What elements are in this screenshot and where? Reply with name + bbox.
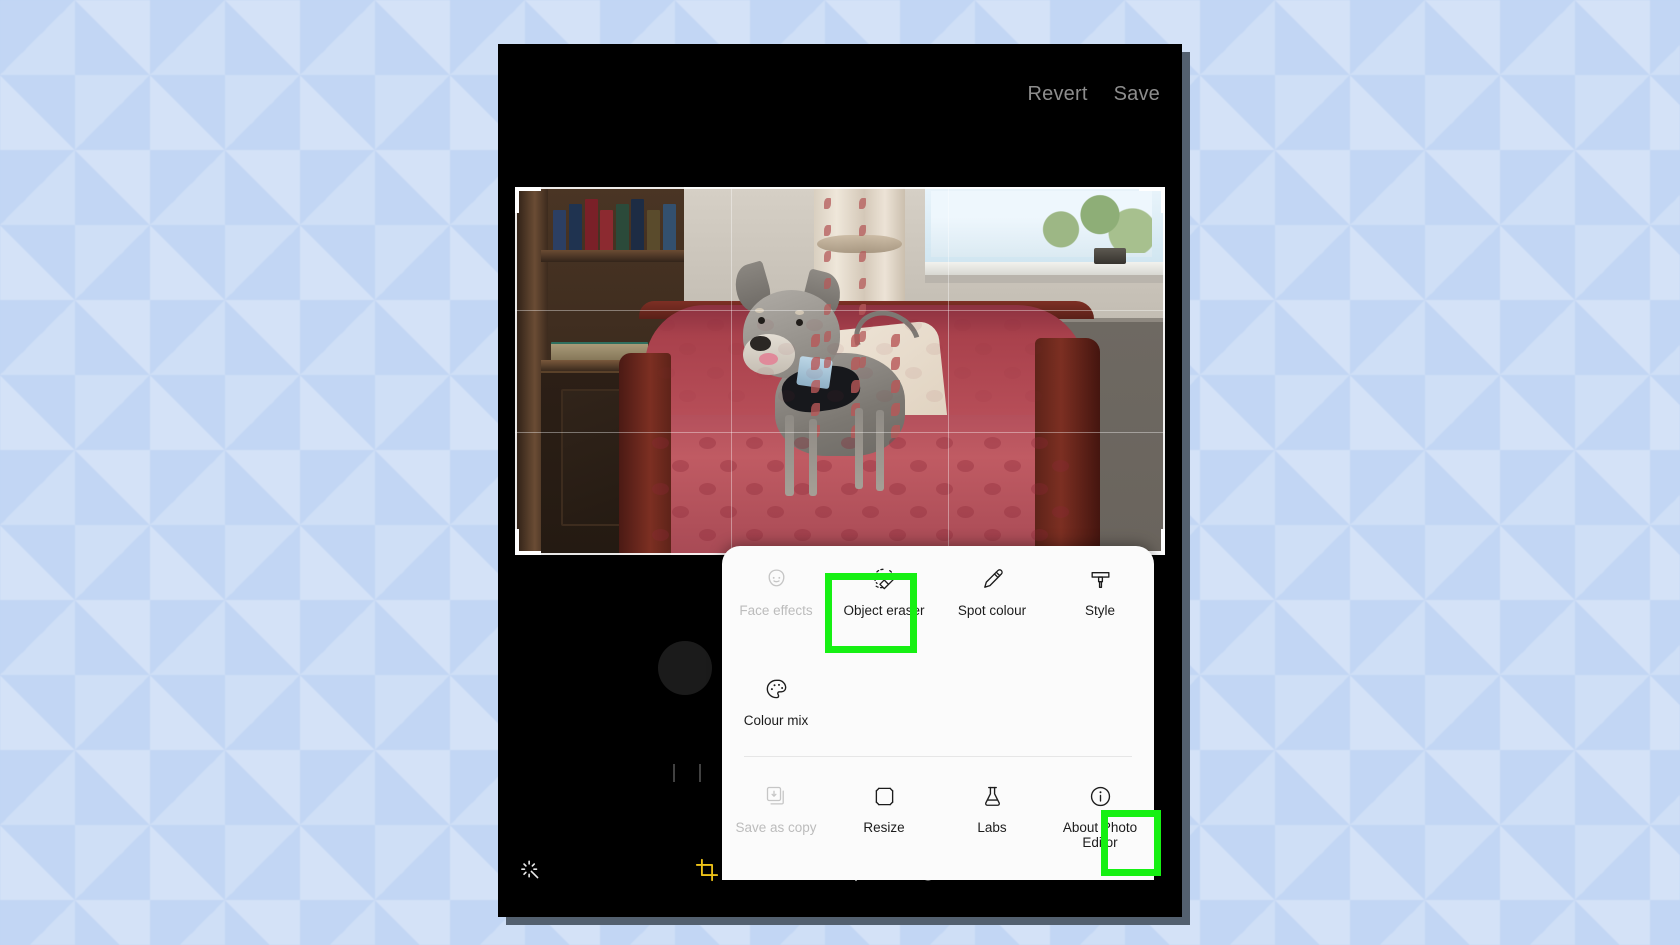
tool-row-extras: Save as copy Resize Labs About Photo Edi… xyxy=(722,757,1154,875)
menu-label: Style xyxy=(1084,603,1115,618)
save-copy-icon xyxy=(764,781,788,811)
menu-item-spot-colour[interactable]: Spot colour xyxy=(938,546,1046,656)
menu-label: Face effects xyxy=(739,603,813,618)
tablet-device: Revert Save Face effects Object eraser S… xyxy=(498,44,1182,917)
top-bar: Revert Save xyxy=(498,44,1182,144)
menu-item-object-eraser[interactable]: Object eraser xyxy=(830,546,938,656)
menu-label: About Photo Editor xyxy=(1062,820,1138,850)
tool-row-secondary: Colour mix xyxy=(722,656,1154,756)
menu-cell-empty-3 xyxy=(1046,656,1154,756)
crop-icon[interactable] xyxy=(687,850,727,890)
photo-canvas[interactable] xyxy=(515,187,1165,555)
menu-item-colour-mix[interactable]: Colour mix xyxy=(722,656,830,756)
menu-label: Resize xyxy=(863,820,905,835)
face-icon xyxy=(764,564,789,594)
eyedropper-icon xyxy=(980,564,1005,594)
menu-item-face-effects[interactable]: Face effects xyxy=(722,546,830,656)
photo-image xyxy=(515,187,1165,555)
object-eraser-icon xyxy=(871,564,898,594)
menu-cell-empty-1 xyxy=(830,656,938,756)
menu-cell-empty-2 xyxy=(938,656,1046,756)
menu-item-style[interactable]: Style xyxy=(1046,546,1154,656)
menu-label: Spot colour xyxy=(957,603,1027,618)
menu-label: Save as copy xyxy=(735,820,817,835)
rotate-reset-button[interactable] xyxy=(658,641,712,695)
tool-row-primary: Face effects Object eraser Spot colour S… xyxy=(722,546,1154,656)
menu-item-resize[interactable]: Resize xyxy=(830,763,938,875)
revert-button[interactable]: Revert xyxy=(1028,83,1088,106)
palette-icon xyxy=(764,674,789,704)
menu-item-save-as-copy[interactable]: Save as copy xyxy=(722,763,830,875)
flask-icon xyxy=(980,781,1005,811)
menu-label: Object eraser xyxy=(843,603,925,618)
menu-item-labs[interactable]: Labs xyxy=(938,763,1046,875)
sparkle-icon[interactable] xyxy=(510,850,550,890)
info-icon xyxy=(1088,781,1113,811)
device-screen: Revert Save Face effects Object eraser S… xyxy=(498,44,1182,917)
more-options-sheet: Face effects Object eraser Spot colour S… xyxy=(722,546,1154,880)
menu-label: Colour mix xyxy=(743,713,809,728)
menu-item-about-photo-editor[interactable]: About Photo Editor xyxy=(1046,763,1154,875)
menu-label: Labs xyxy=(977,820,1007,835)
save-button[interactable]: Save xyxy=(1114,83,1160,106)
paint-brush-icon xyxy=(1088,564,1113,594)
resize-icon xyxy=(872,781,897,811)
